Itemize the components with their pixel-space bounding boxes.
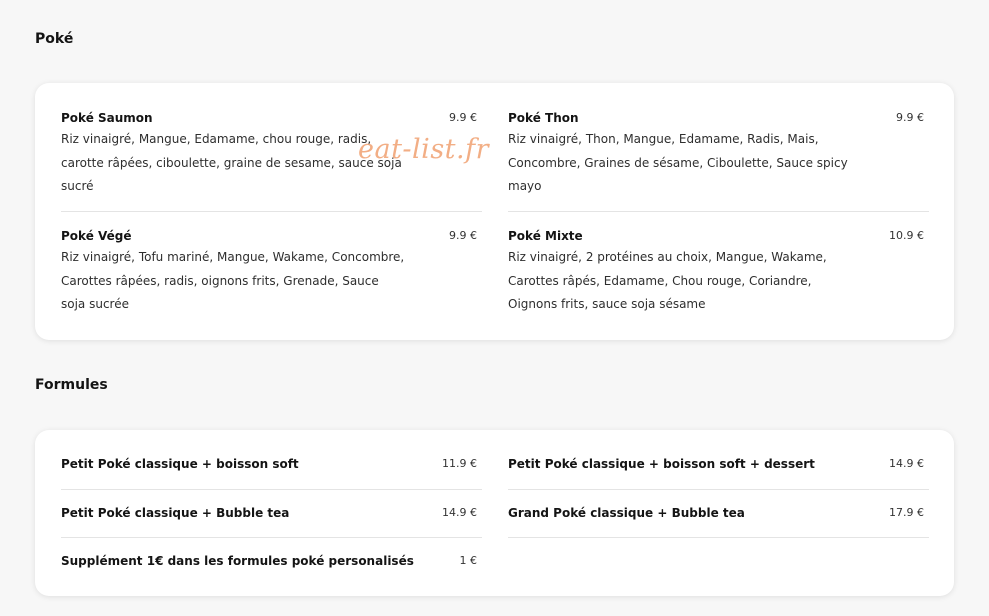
formules-right-column: 14.9 € Petit Poké classique + boisson so… — [508, 456, 929, 538]
menu-item: 11.9 € Petit Poké classique + boisson so… — [61, 456, 482, 489]
menu-item: 14.9 € Petit Poké classique + boisson so… — [508, 456, 929, 489]
formules-left-column: 11.9 € Petit Poké classique + boisson so… — [61, 456, 482, 585]
item-name: Supplément 1€ dans les formules poké per… — [61, 554, 414, 568]
item-description: Riz vinaigré, Tofu mariné, Mangue, Wakam… — [61, 250, 405, 311]
item-name: Poké Mixte — [508, 229, 583, 243]
formules-menu-card: 11.9 € Petit Poké classique + boisson so… — [35, 430, 954, 596]
menu-item: 17.9 € Grand Poké classique + Bubble tea — [508, 489, 929, 537]
item-price: 9.9 € — [449, 229, 477, 242]
item-price: 14.9 € — [889, 457, 924, 470]
section-title-poke: Poké — [35, 31, 74, 47]
item-price: 1 € — [459, 554, 478, 567]
menu-item: 9.9 € Poké Thon Riz vinaigré, Thon, Mang… — [508, 110, 929, 211]
item-price: 9.9 € — [896, 111, 924, 124]
item-description: Riz vinaigré, 2 protéines au choix, Mang… — [508, 250, 827, 311]
item-name: Poké Végé — [61, 229, 132, 243]
item-price: 10.9 € — [889, 229, 924, 242]
item-description: Riz vinaigré, Thon, Mangue, Edamame, Rad… — [508, 132, 848, 193]
section-title-formules: Formules — [35, 377, 108, 393]
item-description: Riz vinaigré, Mangue, Edamame, chou roug… — [61, 132, 402, 193]
item-name: Petit Poké classique + boisson soft + de… — [508, 457, 815, 471]
list-divider — [508, 537, 929, 538]
item-price: 14.9 € — [442, 506, 477, 519]
item-name: Grand Poké classique + Bubble tea — [508, 506, 745, 520]
menu-item: 9.9 € Poké Végé Riz vinaigré, Tofu marin… — [61, 211, 482, 321]
menu-item: 14.9 € Petit Poké classique + Bubble tea — [61, 489, 482, 537]
item-name: Poké Thon — [508, 111, 579, 125]
menu-item: 1 € Supplément 1€ dans les formules poké… — [61, 537, 482, 585]
item-name: Petit Poké classique + Bubble tea — [61, 506, 290, 520]
item-name: Petit Poké classique + boisson soft — [61, 457, 299, 471]
menu-item: 9.9 € Poké Saumon Riz vinaigré, Mangue, … — [61, 110, 482, 211]
item-name: Poké Saumon — [61, 111, 153, 125]
menu-page: Poké 9.9 € Poké Saumon Riz vinaigré, Man… — [0, 0, 989, 616]
item-price: 11.9 € — [442, 457, 477, 470]
poke-left-column: 9.9 € Poké Saumon Riz vinaigré, Mangue, … — [61, 110, 482, 321]
item-price: 9.9 € — [449, 111, 477, 124]
poke-right-column: 9.9 € Poké Thon Riz vinaigré, Thon, Mang… — [508, 110, 929, 321]
poke-menu-card: 9.9 € Poké Saumon Riz vinaigré, Mangue, … — [35, 83, 954, 340]
menu-item: 10.9 € Poké Mixte Riz vinaigré, 2 protéi… — [508, 211, 929, 321]
item-price: 17.9 € — [889, 506, 924, 519]
